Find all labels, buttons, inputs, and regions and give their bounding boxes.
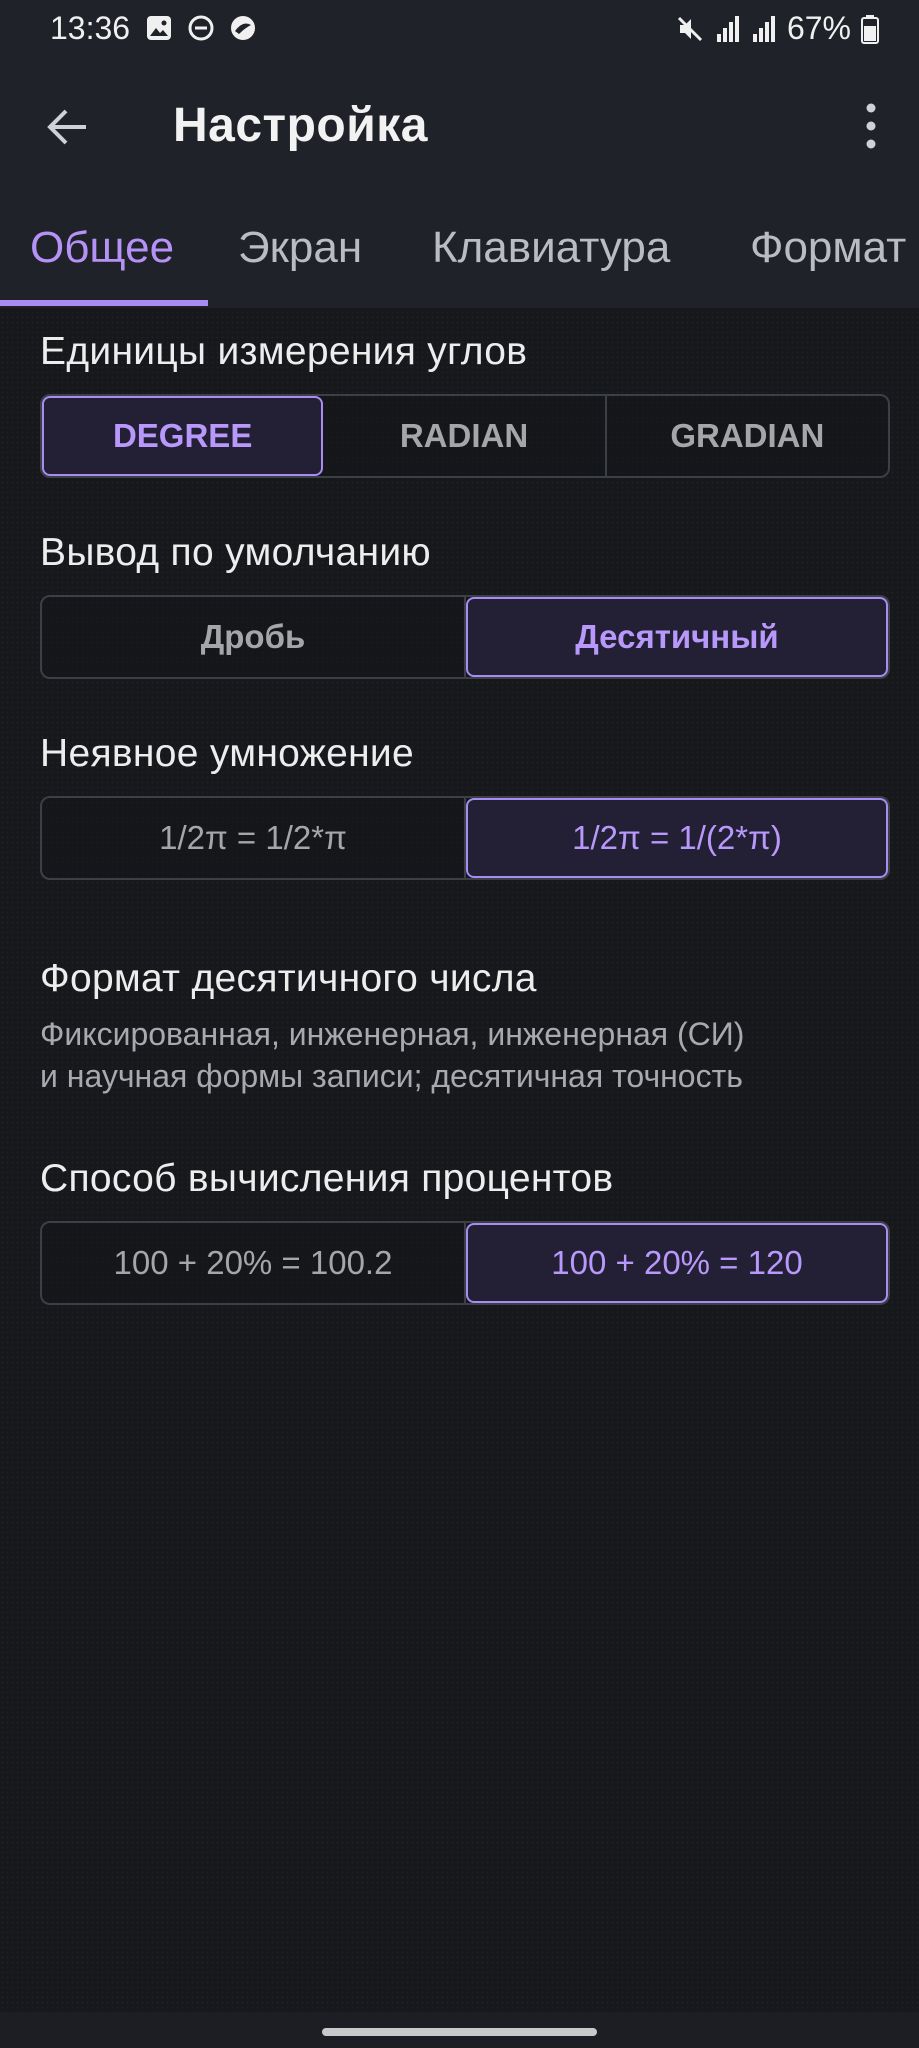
tab-format[interactable]: Формат — [750, 223, 906, 273]
mute-icon — [677, 16, 703, 41]
tab-screen[interactable]: Экран — [238, 223, 362, 273]
angle-units-title: Единицы измерения углов — [40, 330, 528, 373]
implicit-multiplication-selector: 1/2π = 1/2*π 1/2π = 1/(2*π) — [40, 796, 890, 880]
page-title: Настройка — [173, 99, 428, 152]
implicit-option-2-button[interactable]: 1/2π = 1/(2*π) — [466, 798, 888, 878]
more-vert-icon[interactable] — [851, 100, 891, 152]
implicit-option-1-button[interactable]: 1/2π = 1/2*π — [42, 798, 466, 878]
status-time: 13:36 — [50, 10, 131, 46]
angle-radian-button[interactable]: RADIAN — [323, 396, 607, 476]
battery-icon — [861, 14, 879, 44]
home-indicator[interactable] — [322, 2028, 597, 2036]
output-decimal-button[interactable]: Десятичный — [466, 597, 888, 677]
tab-keyboard[interactable]: Клавиатура — [432, 223, 670, 273]
decimal-format-subtitle-line1: Фиксированная, инженерная, инженерная (С… — [40, 1016, 745, 1052]
battery-percent: 67% — [786, 10, 851, 46]
app-bar: Настройка — [0, 60, 919, 195]
angle-degree-button[interactable]: DEGREE — [42, 396, 324, 476]
tab-bar: Общее Экран Клавиатура Формат — [0, 195, 919, 308]
angle-gradian-button[interactable]: GRADIAN — [607, 396, 888, 476]
angle-units-selector: DEGREE RADIAN GRADIAN — [40, 394, 890, 478]
implicit-multiplication-title: Неявное умножение — [40, 732, 415, 775]
status-left-icons — [145, 14, 257, 42]
dnd-icon — [188, 15, 214, 41]
output-fraction-button[interactable]: Дробь — [42, 597, 466, 677]
app-notification-icon — [231, 16, 255, 40]
decimal-format-subtitle-line2: и научная формы записи; десятичная точно… — [40, 1058, 743, 1094]
status-right: 67% — [675, 10, 879, 47]
percent-method-selector: 100 + 20% = 100.2 100 + 20% = 120 — [40, 1221, 890, 1305]
status-bar: 13:36 67% — [0, 0, 919, 60]
percent-method-title: Способ вычисления процентов — [40, 1157, 614, 1200]
signal-icon — [752, 15, 775, 42]
decimal-format-title: Формат десятичного числа — [40, 957, 537, 1000]
percent-option-1-button[interactable]: 100 + 20% = 100.2 — [42, 1223, 466, 1303]
gallery-icon — [147, 16, 171, 40]
default-output-title: Вывод по умолчанию — [40, 531, 431, 574]
percent-option-2-button[interactable]: 100 + 20% = 120 — [466, 1223, 888, 1303]
tab-indicator — [0, 300, 208, 306]
tab-general[interactable]: Общее — [30, 223, 174, 273]
signal-icon — [716, 15, 739, 42]
arrow-left-icon[interactable] — [42, 102, 92, 152]
default-output-selector: Дробь Десятичный — [40, 595, 890, 679]
